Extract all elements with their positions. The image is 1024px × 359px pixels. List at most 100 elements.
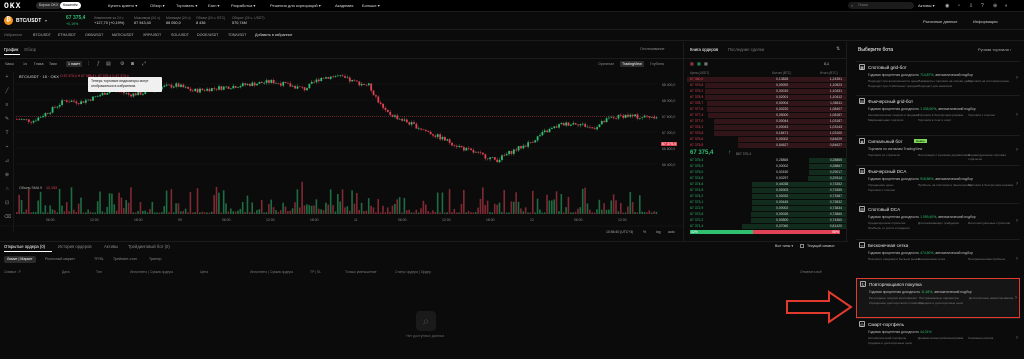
chevron-right-icon[interactable]: › bbox=[1015, 295, 1017, 301]
fav-item[interactable]: XRP/USDT bbox=[143, 33, 161, 37]
bid-row[interactable]: 67 375,0 0,00150 0,29017 bbox=[684, 170, 846, 175]
nav-buy-crypto[interactable]: Купить крипто ▾ bbox=[108, 0, 137, 12]
nav-overview[interactable]: Обзор ▾ bbox=[150, 0, 165, 12]
bot-card[interactable]: ↻ Повторяющаяся покупка Годовая процентная… bbox=[856, 278, 1020, 318]
market-data-link[interactable]: Рыночные данные bbox=[923, 19, 957, 24]
search-box[interactable]: ⌕ Поиск bbox=[848, 2, 914, 9]
bid-row[interactable]: 67 374,2 0,00032 0,73387 bbox=[684, 194, 846, 199]
bid-row[interactable]: 67 372,2 0,00500 0,74360 bbox=[684, 218, 846, 223]
tab-chart[interactable]: График bbox=[4, 47, 18, 52]
download-icon[interactable]: ⇩ bbox=[969, 3, 973, 9]
ask-row[interactable]: 67 375,6 0,00002 0,84629 bbox=[684, 137, 846, 142]
chevron-right-icon[interactable]: › bbox=[1016, 75, 1018, 81]
bot-card[interactable]: ◈ Сигнальный бот Новое Торговля по сигналам… bbox=[856, 135, 1020, 165]
ask-row[interactable]: 67 379,2 0,00019 1,10431 bbox=[684, 89, 846, 94]
bot-card[interactable]: ▤ Фьючерсный grid-бот Годовая процентная д… bbox=[856, 95, 1020, 135]
assets-menu[interactable]: Активы ▾ bbox=[918, 0, 935, 12]
view-asks-icon[interactable]: ▦ bbox=[690, 61, 694, 66]
filter-trailing[interactable]: Трейлинг-стоп bbox=[110, 256, 140, 263]
nav-more[interactable]: Больше ▾ bbox=[362, 0, 380, 12]
ask-row[interactable]: 67 379,8 0,00092 1,10523 bbox=[684, 83, 846, 88]
chevron-down-icon[interactable]: ▾ bbox=[45, 18, 47, 23]
bid-row[interactable]: 67 373,1 0,00445 0,73832 bbox=[684, 200, 846, 205]
order-type-filter[interactable]: Все типы ▾ bbox=[775, 244, 793, 248]
nav-corporate[interactable]: Решения для корпораций ▾ bbox=[270, 0, 321, 12]
filter-tpsl[interactable]: TP/SL bbox=[91, 256, 107, 263]
chevron-right-icon[interactable]: › bbox=[1016, 218, 1018, 224]
theme-icon[interactable]: ◐ bbox=[1005, 3, 1008, 9]
wallet-pill[interactable]: Кошелёк bbox=[60, 2, 81, 9]
ask-row[interactable]: 67 377,6 0,00220 1,08407 bbox=[684, 107, 846, 112]
ask-row[interactable]: 67 378,9 0,02001 1,10412 bbox=[684, 95, 846, 100]
ask-row[interactable]: 67 380,0 0,13828 1,24351 bbox=[684, 77, 846, 82]
tab-order-history[interactable]: История ордеров bbox=[58, 244, 92, 249]
user-icon[interactable]: ◉ bbox=[945, 3, 949, 9]
filter-trigger[interactable]: Триггер bbox=[146, 256, 165, 263]
globe-icon[interactable]: ⊕ bbox=[993, 3, 997, 9]
nav-dev[interactable]: Разработка ▾ bbox=[231, 0, 255, 12]
chevron-right-icon[interactable]: › bbox=[1016, 112, 1018, 118]
bot-card[interactable]: ▥ Фьючерсный DCA Годовая процентная доходн… bbox=[856, 165, 1020, 203]
bid-row[interactable]: 67 374,5 0,00003 0,73355 bbox=[684, 188, 846, 193]
bid-row[interactable]: 67 372,9 0,00002 0,73834 bbox=[684, 206, 846, 211]
ask-row[interactable]: 67 375,8 0,18471 1,03100 bbox=[684, 131, 846, 136]
ask-row[interactable]: 67 377,0 0,00044 1,03187 bbox=[684, 119, 846, 124]
fav-item[interactable]: DOGE/USDT bbox=[197, 33, 218, 37]
filter-limit-market[interactable]: Лимит | Маркет bbox=[4, 256, 36, 263]
ask-row[interactable]: 67 375,5 0,84627 0,84627 bbox=[684, 143, 846, 148]
nav-academy[interactable]: Академия bbox=[335, 0, 353, 12]
help-icon[interactable]: ? bbox=[981, 3, 984, 9]
bell-icon[interactable]: ◔ bbox=[957, 3, 960, 9]
pair-selector[interactable]: BTC/USDT bbox=[16, 18, 41, 24]
ask-row[interactable]: 67 376,1 0,00043 1,03143 bbox=[684, 125, 846, 130]
tab-order-book[interactable]: Книга ордеров bbox=[690, 47, 718, 52]
info-link[interactable]: Информация bbox=[973, 19, 998, 24]
bot-name: Фьючерсный grid-бот bbox=[868, 99, 914, 104]
bid-row[interactable]: 67 374,8 0,00297 0,29314 bbox=[684, 176, 846, 181]
nav-trade[interactable]: Торговать ▾ bbox=[176, 0, 197, 12]
exchange-pill[interactable]: Биржа OKX bbox=[36, 2, 62, 9]
bid-row[interactable]: 67 374,6 0,44038 0,73352 bbox=[684, 182, 846, 187]
filter-market[interactable]: Рыночный маркет bbox=[42, 256, 78, 263]
watch-link[interactable]: Отслеживание bbox=[640, 47, 665, 51]
fav-item[interactable]: MATIC/USDT bbox=[112, 33, 134, 37]
auto-toggle[interactable]: auto bbox=[668, 230, 675, 234]
chevron-right-icon[interactable]: › bbox=[1016, 147, 1018, 153]
ask-row[interactable]: 67 377,4 0,05000 1,08187 bbox=[684, 113, 846, 118]
fav-item[interactable]: ETH/USDT bbox=[58, 33, 76, 37]
chevron-right-icon[interactable]: › bbox=[1016, 335, 1018, 341]
chevron-right-icon[interactable]: › bbox=[1016, 181, 1018, 187]
bot-card[interactable]: ▧ Спотовый DCA Годовая процентная доходнос… bbox=[856, 203, 1020, 239]
bid-row[interactable]: 67 372,6 0,00026 0,73860 bbox=[684, 212, 846, 217]
price-step-select[interactable]: 0,1 bbox=[824, 62, 829, 66]
bot-card[interactable]: ∞ Бесконечная сетка Годовая процентная дох… bbox=[856, 239, 1020, 278]
tab-overview[interactable]: Обзор bbox=[24, 47, 36, 52]
log-toggle[interactable]: log bbox=[656, 230, 661, 234]
tab-recent-trades[interactable]: Последние сделки bbox=[728, 47, 764, 52]
current-symbol-checkbox[interactable] bbox=[800, 244, 804, 248]
ask-price: 67 375,6 bbox=[690, 137, 704, 141]
fav-item[interactable]: SOL/USDT bbox=[171, 33, 189, 37]
orders-col-header: Символ ↓F bbox=[4, 270, 21, 274]
settings-icon[interactable]: ⇅ bbox=[836, 46, 840, 52]
manual-trading-link[interactable]: Ручная торговля › bbox=[978, 47, 1011, 52]
bot-card[interactable]: ▦ Спотовый grid-бот Годовая процентная дох… bbox=[856, 61, 1020, 95]
fav-item[interactable]: TON/USDT bbox=[228, 33, 246, 37]
view-bids-icon[interactable]: ▦ bbox=[697, 61, 701, 66]
ask-row[interactable]: 67 378,7 0,00004 1,08411 bbox=[684, 101, 846, 106]
nav-earn[interactable]: Earn ▾ bbox=[208, 0, 220, 12]
bid-row[interactable]: 67 371,4 0,07060 0,81420 bbox=[684, 224, 846, 229]
tab-trading-bot[interactable]: Трейдинговый бот (0) bbox=[128, 244, 170, 249]
bid-row[interactable]: 67 375,3 0,00002 0,28867 bbox=[684, 164, 846, 169]
tab-open-orders[interactable]: Открытые ордера (0) bbox=[4, 244, 45, 249]
tab-assets[interactable]: Активы bbox=[104, 244, 118, 249]
okx-logo[interactable]: OKX bbox=[4, 2, 21, 11]
chevron-right-icon[interactable]: › bbox=[1016, 256, 1018, 262]
bid-row[interactable]: 67 375,4 0,28865 0,28865 bbox=[684, 158, 846, 163]
bot-card[interactable]: ◎ Смарт-портфель Годовая процентная доходн… bbox=[856, 318, 1020, 358]
fav-item[interactable]: OKB/USDT bbox=[85, 33, 103, 37]
add-favorite-button[interactable]: Добавить в избранное bbox=[255, 33, 292, 37]
fav-item[interactable]: BTC/USDT bbox=[33, 33, 51, 37]
pct-toggle[interactable]: % bbox=[643, 230, 646, 234]
view-both-icon[interactable]: ▦ bbox=[704, 61, 708, 66]
